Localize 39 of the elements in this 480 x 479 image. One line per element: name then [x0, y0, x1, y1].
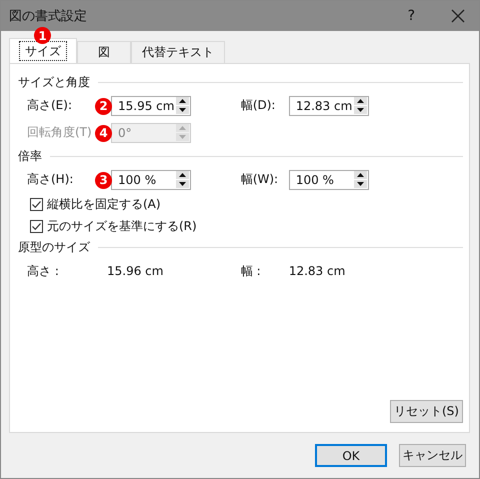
up-arrow-icon[interactable] [354, 171, 367, 179]
info-label: 幅 : [240, 262, 262, 280]
down-arrow-icon[interactable] [176, 180, 189, 188]
spin-field[interactable]: 100 % [288, 170, 369, 190]
up-arrow-icon[interactable] [176, 171, 189, 179]
cancel-button[interactable]: キャンセル [399, 444, 466, 467]
tab[interactable]: 代替テキスト [131, 41, 225, 63]
up-arrow-icon[interactable] [354, 97, 367, 105]
field-label: 高さ(H): [27, 172, 74, 186]
info-value: 15.96 cm [107, 264, 164, 278]
field-label: 高さ(E): [27, 98, 72, 112]
checkbox-label[interactable]: 元のサイズを基準にする(R) [47, 218, 197, 234]
help-button[interactable]: ? [408, 8, 415, 24]
number-badge: 4 [95, 124, 112, 142]
down-arrow-icon[interactable] [354, 106, 367, 114]
section-title: 原型のサイズ [18, 238, 90, 256]
info-value: 12.83 cm [288, 264, 346, 278]
tab[interactable]: 図 [77, 41, 131, 63]
field-label: 幅(W): [240, 172, 278, 186]
spin-field[interactable]: 12.83 cm [288, 96, 369, 116]
down-arrow-icon[interactable] [354, 180, 367, 188]
checkbox-label[interactable]: 縦横比を固定する(A) [47, 196, 161, 212]
section-title: 倍率 [18, 148, 42, 164]
number-badge: 3 [95, 172, 112, 188]
down-arrow-icon[interactable] [176, 106, 189, 114]
field-label: 幅(D): [240, 98, 276, 112]
field-label: 回転角度(T) [27, 125, 92, 139]
spin-field[interactable]: 15.95 cm [111, 96, 191, 116]
window-title: 図の書式設定 [9, 8, 88, 25]
reset-button[interactable]: リセット(S) [390, 400, 463, 423]
close-icon[interactable] [451, 9, 465, 23]
section-title: サイズと角度 [18, 74, 90, 90]
up-arrow-icon[interactable] [176, 97, 189, 105]
ok-button[interactable]: OK [315, 444, 387, 467]
spin-field[interactable]: 100 % [111, 170, 191, 190]
info-label: 高さ : [27, 262, 60, 280]
checkbox[interactable] [30, 198, 43, 210]
number-badge: 2 [95, 98, 112, 114]
checkbox[interactable] [30, 220, 43, 232]
